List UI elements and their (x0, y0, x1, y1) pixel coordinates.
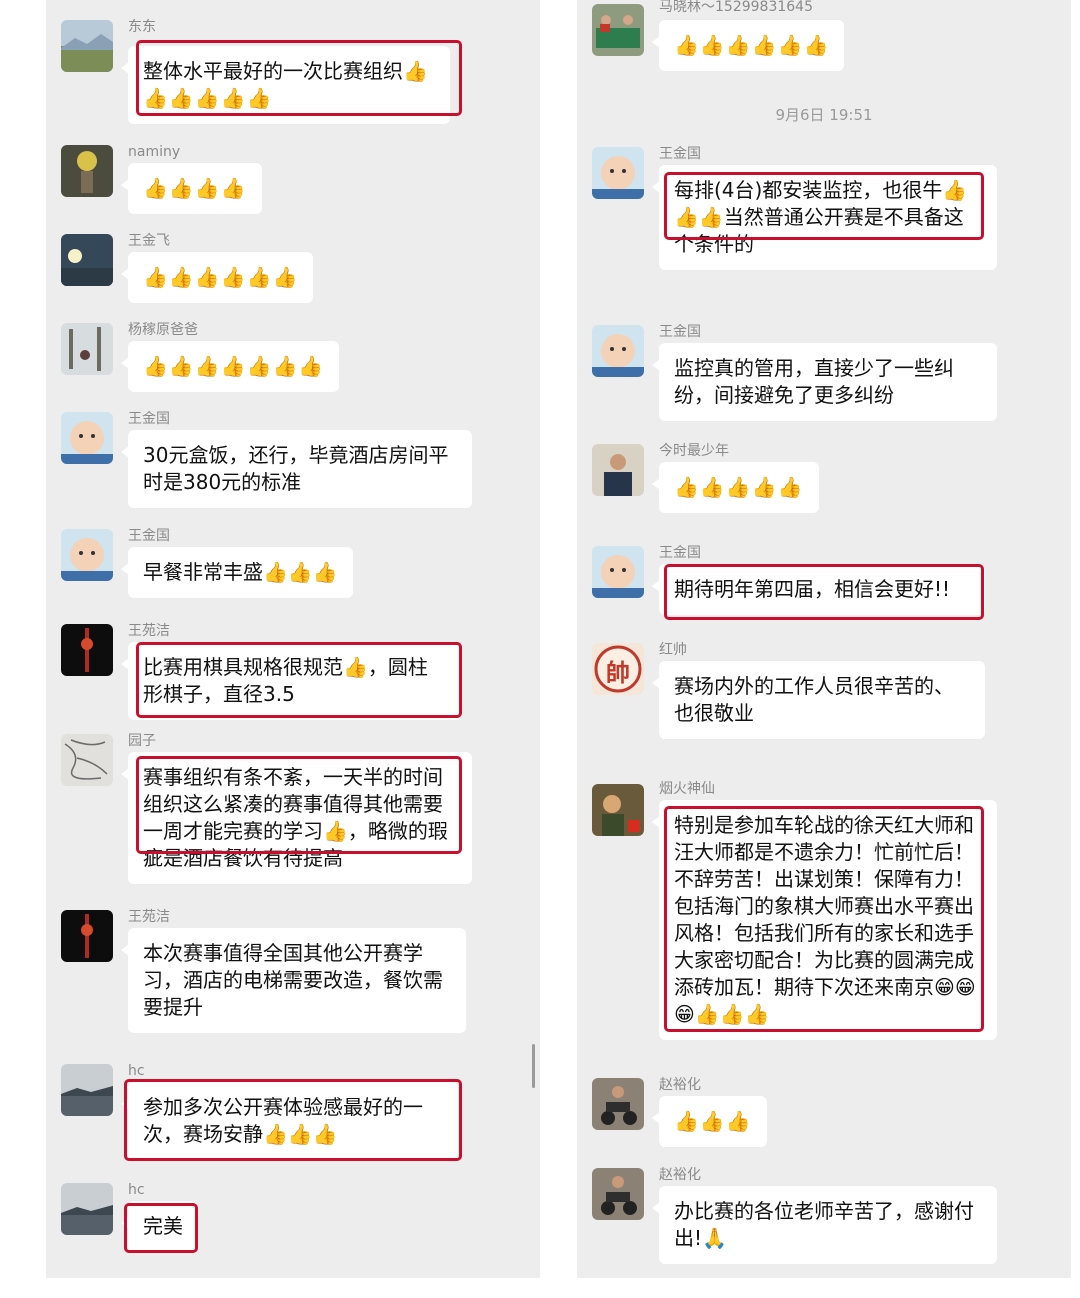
sender-name: naminy (128, 144, 181, 160)
avatar[interactable] (592, 4, 644, 56)
message-text: 赛场内外的工作人员很辛苦的、也很敬业 (674, 674, 954, 725)
avatar[interactable] (61, 734, 113, 786)
message-text: 本次赛事值得全国其他公开赛学习，酒店的电梯需要改造，餐饮需要提升 (143, 941, 443, 1019)
message-bubble[interactable]: 赛场内外的工作人员很辛苦的、也很敬业 (652, 661, 985, 739)
highlight-box (136, 756, 462, 854)
message-bubble[interactable]: 👍👍👍👍👍👍 (120, 252, 314, 303)
avatar[interactable] (61, 20, 113, 72)
avatar[interactable] (592, 1078, 644, 1130)
chat-panel-right[interactable]: 马晓林～15299831645 👍👍👍👍👍👍 9月6日 19:51 王金国 每排… (577, 0, 1071, 1278)
message-bubble[interactable]: 👍👍👍👍 (121, 163, 262, 214)
sender-name: 王苑洁 (128, 909, 170, 925)
sender-name: hc (128, 1063, 145, 1079)
message-bubble[interactable]: 本次赛事值得全国其他公开赛学习，酒店的电梯需要改造，餐饮需要提升 (121, 928, 466, 1033)
sender-name: 东东 (128, 19, 156, 35)
sender-name: 赵裕化 (659, 1077, 701, 1093)
avatar[interactable] (61, 529, 113, 581)
message-bubble[interactable]: 监控真的管用，直接少了一些纠纷，间接避免了更多纠纷 (652, 343, 997, 421)
message-bubble[interactable]: 👍👍👍 (652, 1096, 767, 1147)
avatar[interactable] (592, 784, 644, 836)
sender-name: 烟火神仙 (659, 781, 715, 797)
message-text: 办比赛的各位老师辛苦了，感谢付出!🙏 (674, 1199, 974, 1250)
message-bubble[interactable]: 👍👍👍👍👍👍 (651, 20, 845, 71)
sender-name: 王金飞 (128, 233, 170, 249)
sender-name: 园子 (128, 733, 156, 749)
highlight-box (664, 172, 984, 240)
message-bubble[interactable]: 早餐非常丰盛👍👍👍 (121, 547, 353, 598)
message-text: 监控真的管用，直接少了一些纠纷，间接避免了更多纠纷 (674, 356, 954, 407)
avatar[interactable] (592, 1168, 644, 1220)
message-bubble[interactable]: 👍👍👍👍👍 (652, 462, 819, 513)
message-text: 30元盒饭，还行，毕竟酒店房间平时是380元的标准 (143, 443, 449, 494)
thumbs-up-icon: 👍👍👍 (674, 1109, 752, 1133)
thumbs-up-icon: 👍👍👍👍👍👍👍 (143, 354, 325, 378)
message-text: 早餐非常丰盛👍👍👍 (143, 560, 338, 584)
sender-name: 杨稼原爸爸 (128, 322, 198, 338)
avatar[interactable] (61, 910, 113, 962)
sender-name: 马晓林～15299831645 (659, 0, 813, 15)
highlight-box (124, 1203, 198, 1253)
avatar[interactable] (592, 325, 644, 377)
sender-name: 今时最少年 (659, 443, 729, 459)
avatar[interactable] (592, 546, 644, 598)
avatar[interactable] (61, 323, 113, 375)
avatar[interactable] (61, 412, 113, 464)
avatar[interactable] (61, 145, 113, 197)
chat-panel-left[interactable]: 东东 整体水平最好的一次比赛组织👍 👍👍👍👍👍 naminy 👍👍👍👍 王金飞 … (46, 0, 540, 1278)
highlight-box (136, 40, 462, 116)
sender-name: 王金国 (128, 411, 170, 427)
message-bubble[interactable]: 办比赛的各位老师辛苦了，感谢付出!🙏 (652, 1186, 997, 1264)
avatar[interactable] (61, 624, 113, 676)
message-bubble[interactable]: 👍👍👍👍👍👍👍 (120, 341, 340, 392)
thumbs-up-icon: 👍👍👍👍👍 (674, 475, 804, 499)
sender-name: 王金国 (659, 324, 701, 340)
sender-name: 王金国 (659, 545, 701, 561)
avatar[interactable]: 帥 (592, 643, 644, 695)
sender-name: 红帅 (659, 642, 687, 658)
avatar[interactable] (61, 234, 113, 286)
highlight-box (664, 806, 984, 1032)
timestamp: 9月6日 19:51 (775, 106, 873, 124)
highlight-box (124, 1079, 462, 1161)
sender-name: 王苑洁 (128, 623, 170, 639)
avatar[interactable] (592, 444, 644, 496)
avatar[interactable] (61, 1064, 113, 1116)
avatar[interactable] (61, 1183, 113, 1235)
sender-name: 王金国 (659, 146, 701, 162)
sender-name: 王金国 (128, 528, 170, 544)
thumbs-up-icon: 👍👍👍👍 (143, 176, 247, 200)
avatar[interactable] (592, 147, 644, 199)
scrollbar[interactable] (532, 1044, 535, 1088)
message-bubble[interactable]: 30元盒饭，还行，毕竟酒店房间平时是380元的标准 (121, 430, 472, 508)
highlight-box (664, 564, 984, 620)
avatar-badge: 帥 (606, 659, 630, 687)
highlight-box (136, 642, 462, 718)
thumbs-up-icon: 👍👍👍👍👍👍 (674, 33, 830, 57)
thumbs-up-icon: 👍👍👍👍👍👍 (143, 265, 299, 289)
sender-name: hc (128, 1182, 145, 1198)
sender-name: 赵裕化 (659, 1167, 701, 1183)
